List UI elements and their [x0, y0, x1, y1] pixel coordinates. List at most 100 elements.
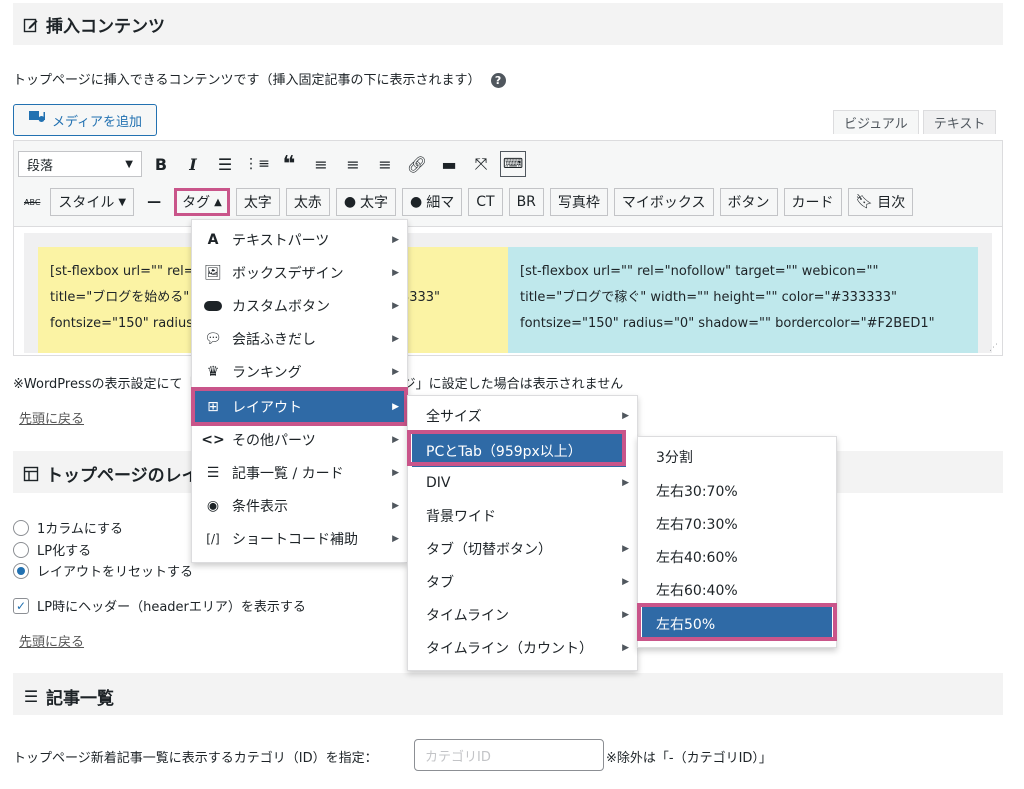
speech-icon: 💬︎: [204, 330, 222, 347]
list-icon: ☰: [23, 687, 39, 706]
lp-header-option[interactable]: ✓ LP時にヘッダー（headerエリア）を表示する: [13, 596, 306, 615]
line-break-button[interactable]: BR: [508, 188, 544, 216]
menu-item-tab-switch[interactable]: タブ（切替ボタン） ▶: [408, 532, 637, 565]
crown-icon: ♛: [206, 363, 220, 380]
menu-item-post-list[interactable]: ☰ 記事一覧 / カード ▶: [192, 456, 407, 489]
align-center-icon[interactable]: ≡: [340, 151, 366, 177]
tab-visual[interactable]: ビジュアル: [833, 110, 919, 134]
strikethrough-icon[interactable]: ABC: [20, 188, 44, 216]
menu-item-text-parts[interactable]: A テキストパーツ ▶: [192, 223, 407, 256]
center-button[interactable]: CT: [468, 188, 503, 216]
marker-thin-button[interactable]: ● 細マ: [402, 188, 463, 216]
style-dropdown[interactable]: スタイル ▼: [50, 188, 135, 216]
menu-item-label: 左右60:40%: [656, 582, 738, 599]
menu-item-label: 左右30:70%: [656, 483, 738, 500]
toolbar-row-2: ABC スタイル ▼ — タグ ▲ 太字 太赤 ● 太字 ● 細マ CT BR …: [20, 187, 914, 217]
menu-item-box-design[interactable]: 🖼︎ ボックスデザイン ▶: [192, 256, 407, 289]
menu-item-label: 左右40:60%: [656, 549, 738, 566]
text-icon: A: [207, 231, 219, 248]
add-media-button[interactable]: メディアを追加: [13, 104, 157, 136]
menu-item-70-30[interactable]: 左右70:30%: [638, 507, 836, 540]
menu-item-30-70[interactable]: 左右30:70%: [638, 474, 836, 507]
back-to-top-link[interactable]: 先頭に戻る: [19, 408, 84, 427]
bullet-list-icon[interactable]: ☰: [212, 151, 238, 177]
menu-item-label: DIV: [426, 474, 451, 491]
category-label: トップページ新着記事一覧に表示するカテゴリ（ID）を指定：: [13, 751, 378, 766]
menu-item-speech-bubble[interactable]: 💬︎ 会話ふきだし ▶: [192, 322, 407, 355]
bold-text-button[interactable]: 太字: [235, 188, 280, 216]
tab-text[interactable]: テキスト: [922, 110, 997, 134]
read-more-icon[interactable]: ▬: [436, 151, 462, 177]
menu-item-other-parts[interactable]: <> その他パーツ ▶: [192, 423, 407, 456]
insert-description-text: トップページに挿入できるコンテンツです（挿入固定記事の下に表示されます）: [13, 73, 481, 88]
italic-icon[interactable]: I: [180, 151, 206, 177]
chevron-right-icon: ▶: [392, 467, 399, 478]
fullscreen-icon[interactable]: ⤧: [468, 151, 494, 177]
menu-item-tab[interactable]: タブ ▶: [408, 565, 637, 598]
bold-red-button[interactable]: 太赤: [285, 188, 330, 216]
menu-item-label: タブ: [426, 574, 454, 591]
menu-item-custom-button[interactable]: カスタムボタン ▶: [192, 289, 407, 322]
menu-item-label: 3分割: [656, 449, 693, 466]
menu-item-ranking[interactable]: ♛ ランキング ▶: [192, 355, 407, 388]
menu-item-40-60[interactable]: 左右40:60%: [638, 540, 836, 573]
toolbar-row-1: 段落 ▼ B I ☰ ⋮≡ ❝ ≡ ≡ ≡ 🔗︎ ▬ ⤧ ⌨: [18, 149, 526, 179]
content-editor: 段落 ▼ B I ☰ ⋮≡ ❝ ≡ ≡ ≡ 🔗︎ ▬ ⤧ ⌨ ABC スタイル …: [13, 140, 1003, 356]
menu-item-60-40[interactable]: 左右60:40%: [638, 573, 836, 606]
marker-bold-button[interactable]: ● 太字: [335, 188, 397, 216]
align-left-icon[interactable]: ≡: [308, 151, 334, 177]
chevron-right-icon: ▶: [392, 366, 399, 377]
chevron-right-icon: ▶: [392, 333, 399, 344]
chevron-right-icon: ▶: [392, 300, 399, 311]
layout-option-label: レイアウトをリセットする: [37, 565, 194, 580]
align-right-icon[interactable]: ≡: [372, 151, 398, 177]
layout-option-reset[interactable]: レイアウトをリセットする: [13, 561, 193, 580]
box-icon: 🖼︎: [204, 264, 222, 281]
format-select[interactable]: 段落 ▼: [18, 151, 142, 177]
posts-section-label: 記事一覧: [46, 689, 114, 709]
posts-section-header: [13, 673, 1003, 715]
menu-item-all-sizes[interactable]: 全サイズ ▶: [408, 399, 637, 432]
numbered-list-icon[interactable]: ⋮≡: [244, 151, 270, 177]
menu-item-timeline-count[interactable]: タイムライン（カウント） ▶: [408, 631, 637, 664]
marker-thin-label: 細マ: [426, 195, 455, 211]
menu-item-label: カスタムボタン: [232, 298, 330, 315]
resize-handle-icon[interactable]: ⋰: [989, 343, 998, 353]
card-button[interactable]: カード: [783, 188, 842, 216]
chevron-right-icon: ▶: [622, 543, 629, 554]
toolbar-toggle-icon[interactable]: ⌨: [500, 151, 526, 177]
tag-dropdown[interactable]: タグ ▲: [174, 188, 230, 216]
menu-item-timeline[interactable]: タイムライン ▶: [408, 598, 637, 631]
chevron-up-icon: ▲: [214, 196, 222, 208]
menu-item-3split[interactable]: 3分割: [638, 440, 836, 473]
toc-label: 目次: [877, 195, 906, 211]
back-to-top-link-2[interactable]: 先頭に戻る: [19, 631, 84, 650]
layout-option-1column[interactable]: 1カラムにする: [13, 518, 123, 537]
menu-item-bg-wide[interactable]: 背景ワイド: [408, 499, 637, 532]
link-icon[interactable]: 🔗︎: [404, 151, 430, 177]
button-button[interactable]: ボタン: [719, 188, 778, 216]
bold-icon[interactable]: B: [148, 151, 174, 177]
layout-icon: [22, 465, 40, 483]
radio-button[interactable]: [13, 541, 29, 558]
photo-frame-button[interactable]: 写真枠: [549, 188, 608, 216]
layout-option-lp[interactable]: LP化する: [13, 540, 91, 559]
menu-item-shortcode[interactable]: [/] ショートコード補助 ▶: [192, 522, 407, 555]
editor-mode-tabs: ビジュアル テキスト: [833, 110, 997, 134]
editor-content-area[interactable]: [st-flexbox url="" rel="nofollow" target…: [24, 233, 992, 353]
category-id-input[interactable]: カテゴリID: [414, 739, 604, 771]
menu-item-conditional[interactable]: ◉ 条件表示 ▶: [192, 489, 407, 522]
toc-button[interactable]: 🔖︎ 目次: [847, 188, 914, 216]
menu-item-div[interactable]: DIV ▶: [408, 466, 637, 499]
checkbox-checked[interactable]: ✓: [13, 597, 29, 614]
chevron-right-icon: ▶: [622, 410, 629, 421]
help-icon[interactable]: ?: [490, 73, 506, 88]
menu-item-label: タブ（切替ボタン）: [426, 541, 552, 558]
menu-item-label: 全サイズ: [426, 408, 482, 425]
horizontal-rule-icon[interactable]: —: [140, 188, 168, 216]
chevron-right-icon: ▶: [622, 609, 629, 620]
blockquote-icon[interactable]: ❝: [276, 151, 302, 177]
radio-button[interactable]: [13, 519, 29, 536]
mybox-button[interactable]: マイボックス: [613, 188, 714, 216]
radio-button-selected[interactable]: [13, 562, 29, 579]
